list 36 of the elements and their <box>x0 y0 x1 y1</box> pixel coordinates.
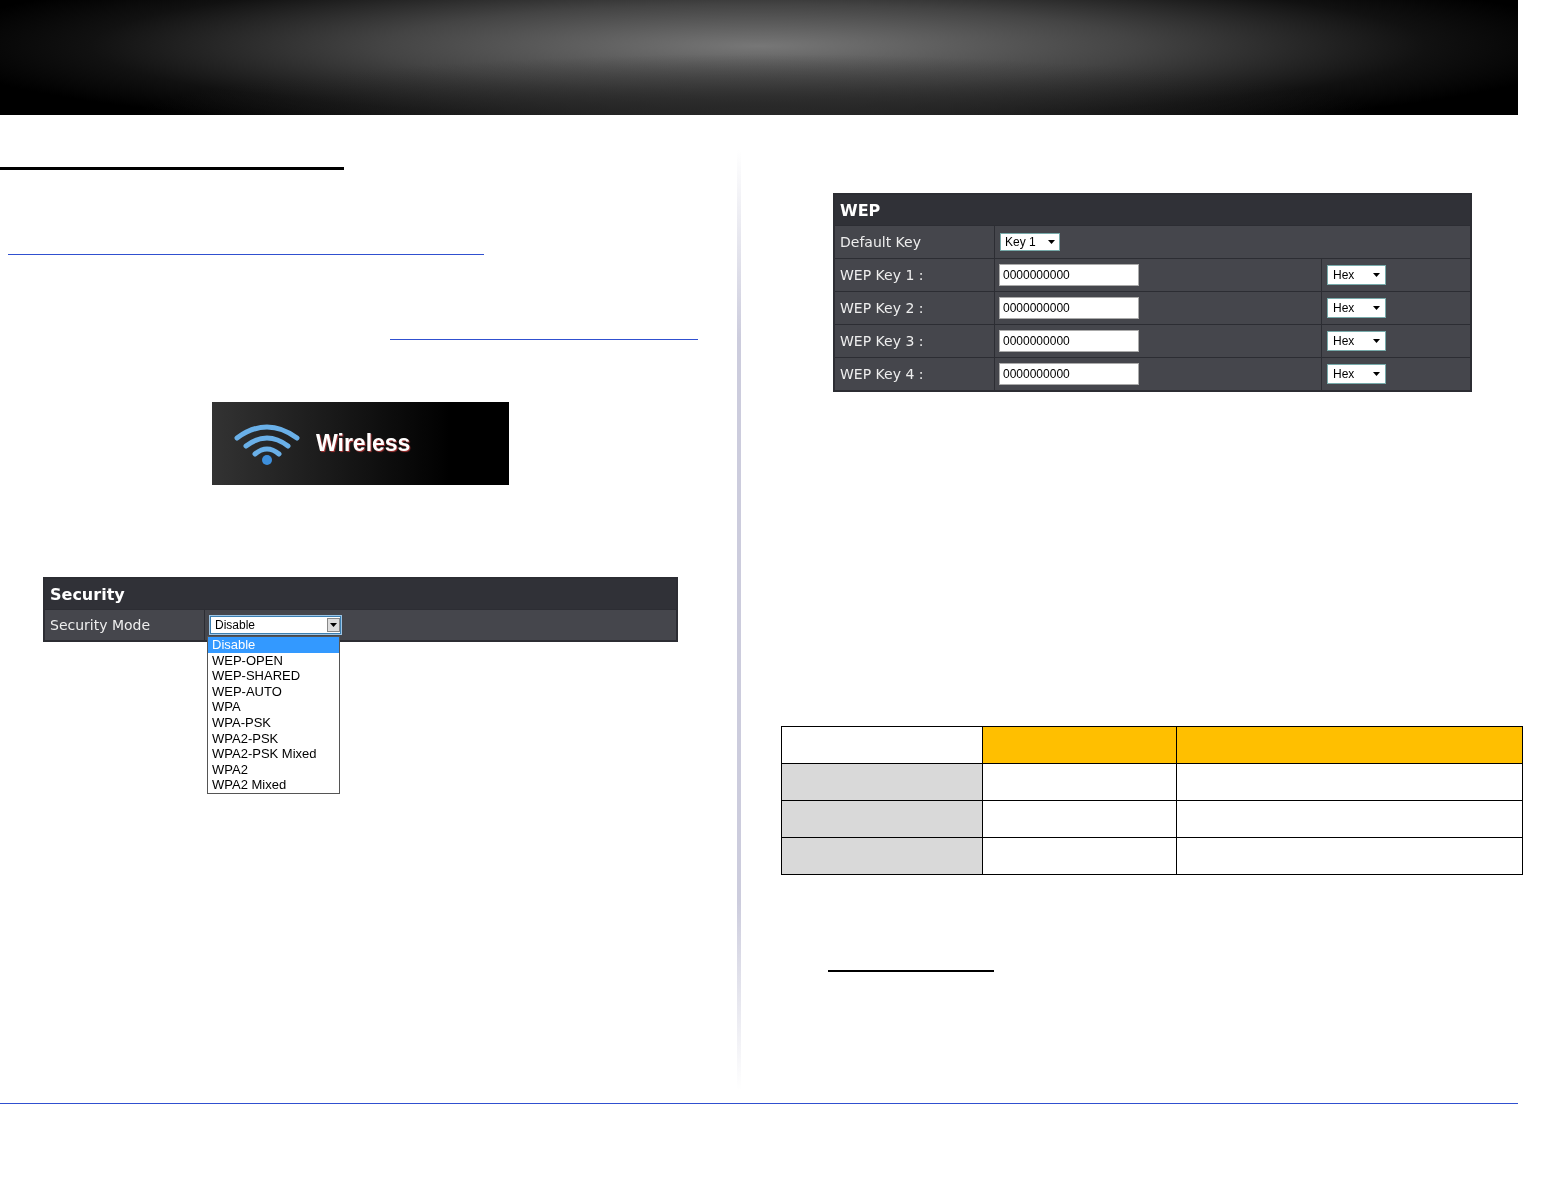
field-label: WEP Key 4 : <box>835 358 995 390</box>
panel-title: WEP <box>835 195 1470 225</box>
field-label: WEP Key 2 : <box>835 292 995 324</box>
caret-icon <box>1373 273 1380 277</box>
wireless-menu-tile[interactable]: Wireless <box>212 402 509 485</box>
dropdown-option[interactable]: WPA2 Mixed <box>208 777 339 793</box>
dropdown-option[interactable]: WEP-AUTO <box>208 683 339 700</box>
key-format-select[interactable]: Hex <box>1327 298 1386 318</box>
wep-key-input[interactable]: 0000000000 <box>999 264 1139 286</box>
key-format-select[interactable]: Hex <box>1327 331 1386 351</box>
dropdown-option[interactable]: WEP-OPEN <box>208 652 339 669</box>
default-key-select[interactable]: Key 1 <box>1000 233 1060 251</box>
caret-icon <box>1373 339 1380 343</box>
dropdown-option[interactable]: WPA <box>208 699 339 715</box>
dropdown-option[interactable]: WPA-PSK <box>208 714 339 731</box>
dropdown-option[interactable]: WPA2-PSK Mixed <box>208 746 339 762</box>
wireless-label: Wireless <box>316 430 411 457</box>
caret-icon <box>1373 372 1380 376</box>
caret-icon <box>1048 240 1055 244</box>
field-label: WEP Key 1 : <box>835 259 995 291</box>
field-label: Default Key <box>835 226 995 258</box>
dropdown-option[interactable]: WPA2-PSK <box>208 730 339 747</box>
panel-title: Security <box>45 579 676 609</box>
wep-key-input[interactable]: 0000000000 <box>999 330 1139 352</box>
key-format-select[interactable]: Hex <box>1327 364 1386 384</box>
dropdown-option[interactable]: WPA2 <box>208 761 339 778</box>
wifi-icon <box>234 421 300 466</box>
wep-key-input[interactable]: 0000000000 <box>999 297 1139 319</box>
field-label: WEP Key 3 : <box>835 325 995 357</box>
security-mode-select[interactable]: Disable <box>210 616 341 634</box>
dropdown-option[interactable]: WEP-SHARED <box>208 668 339 684</box>
caret-icon <box>330 623 337 627</box>
field-label: Security Mode <box>45 610 205 640</box>
key-format-select[interactable]: Hex <box>1327 265 1386 285</box>
wep-key-input[interactable]: 0000000000 <box>999 363 1139 385</box>
caret-icon <box>1373 306 1380 310</box>
